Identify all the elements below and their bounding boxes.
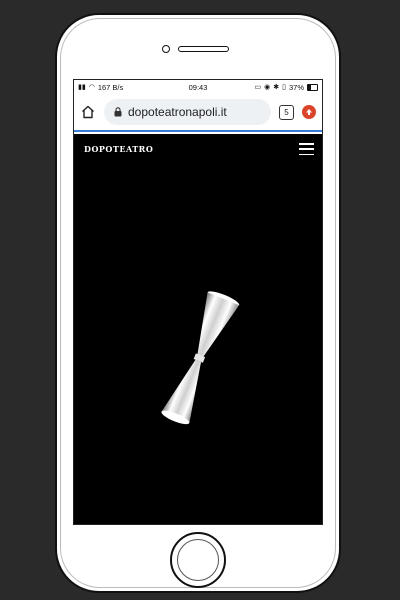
phone-screen: ▮▮ ◠ 167 B/s 09:43 ▭ ◉ ✱ ▯ 37% dopoteatr…: [73, 79, 323, 525]
url-text: dopoteatronapoli.it: [128, 105, 227, 119]
hamburger-menu-icon[interactable]: [299, 143, 314, 155]
status-time: 09:43: [188, 82, 208, 92]
tab-count: 5: [284, 107, 289, 117]
update-icon[interactable]: [302, 105, 316, 119]
home-icon[interactable]: [80, 104, 96, 120]
site-logo[interactable]: DOPOTEATRO: [84, 144, 153, 154]
status-bar: ▮▮ ◠ 167 B/s 09:43 ▭ ◉ ✱ ▯ 37%: [74, 80, 322, 94]
jigger-image: [161, 291, 240, 425]
earpiece-speaker: [178, 46, 229, 52]
lock-icon: [114, 107, 122, 117]
address-bar[interactable]: dopoteatronapoli.it: [104, 99, 271, 125]
battery-icon: [307, 83, 318, 91]
phone-frame: ▮▮ ◠ 167 B/s 09:43 ▭ ◉ ✱ ▯ 37% dopoteatr…: [55, 13, 341, 593]
tabs-icon[interactable]: 5: [279, 104, 294, 120]
browser-toolbar: dopoteatronapoli.it 5: [74, 94, 322, 132]
site-header: DOPOTEATRO: [74, 134, 322, 164]
website-viewport: DOPOTEATRO: [74, 134, 322, 524]
hero-section: [74, 164, 322, 524]
front-camera: [162, 45, 170, 53]
phone-home-button[interactable]: [170, 532, 226, 588]
